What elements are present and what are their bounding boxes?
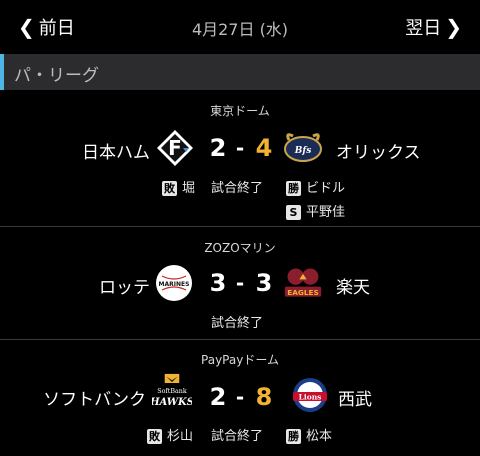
home-team-name: 日本ハム [82,143,150,163]
chevron-right-icon: ❯ [445,15,462,39]
svg-text:F: F [168,136,182,160]
game-status: 試合終了 [211,429,264,444]
venue-label: PayPayドーム [201,353,279,367]
marines-logo: MARINES [156,265,192,301]
score-dash: - [235,385,245,409]
loss-pitcher-name: 杉山 [167,429,194,444]
top-bar: ❮ 前日 4月27日 (水) 翌日 ❯ [0,0,480,54]
svg-text:SoftBank: SoftBank [157,387,187,395]
lions-logo: Lions [293,378,327,412]
win-pitcher-name: ビドル [306,181,346,196]
fighters-logo: F [157,130,193,166]
eagles-logo: EAGLES [284,268,322,297]
next-day-label: 翌日 [405,18,442,39]
away-score: 3 [255,269,273,297]
home-score: 2 [209,383,227,411]
home-score: 2 [209,134,227,162]
loss-pitcher: 敗堀 [162,177,195,196]
win-pitcher-name: 松本 [306,429,333,444]
venue-label: ZOZOマリン [204,241,276,255]
game-status: 試合終了 [211,181,264,196]
svg-text:Bfs: Bfs [294,146,312,156]
buffaloes-logo: Bfs [284,133,322,162]
save-pitcher-name: 平野佳 [306,205,346,220]
loss-badge: 敗 [162,181,177,196]
game-status: 試合終了 [211,316,264,331]
svg-text:EAGLES: EAGLES [287,288,318,297]
away-score: 4 [255,134,273,162]
score-dash: - [235,136,245,160]
next-day-button[interactable]: 翌日 ❯ [405,14,462,40]
home-team-name: ロッテ [99,278,150,298]
save-pitcher: S 平野佳 [286,201,345,220]
loss-badge: 敗 [147,429,162,444]
away-team-name: 西武 [338,390,372,410]
svg-text:HAWKS: HAWKS [152,397,192,408]
game-card[interactable]: PayPayドーム ソフトバンク SoftBank HAWKS 2 - 8 Li… [0,340,480,456]
hawks-logo: SoftBank HAWKS [152,373,192,408]
venue-label: 東京ドーム [210,104,270,118]
loss-pitcher: 敗杉山 [147,425,193,444]
win-badge: 勝 [286,181,301,196]
away-score: 8 [255,383,273,411]
win-pitcher: 勝松本 [286,425,332,444]
game-card[interactable]: ZOZOマリン ロッテ MARINES 3 - 3 EAGLES 楽天 試合終了 [0,227,480,339]
save-badge: S [286,205,301,220]
svg-text:MARINES: MARINES [159,281,190,288]
score-dash: - [235,271,245,295]
away-team-name: オリックス [336,143,421,163]
league-accent-bar [0,54,4,90]
loss-pitcher-name: 堀 [182,181,196,196]
svg-text:Lions: Lions [299,393,322,402]
win-pitcher: 勝ビドル [286,177,345,196]
home-team-name: ソフトバンク [43,390,146,410]
league-header: パ・リーグ [0,54,480,90]
game-card[interactable]: 東京ドーム 日本ハム F 2 - 4 Bfs オリックス 敗堀 試合終了 勝ビド… [0,90,480,226]
home-score: 3 [209,269,227,297]
away-team-name: 楽天 [336,278,370,298]
win-badge: 勝 [286,429,301,444]
league-name: パ・リーグ [14,66,99,86]
